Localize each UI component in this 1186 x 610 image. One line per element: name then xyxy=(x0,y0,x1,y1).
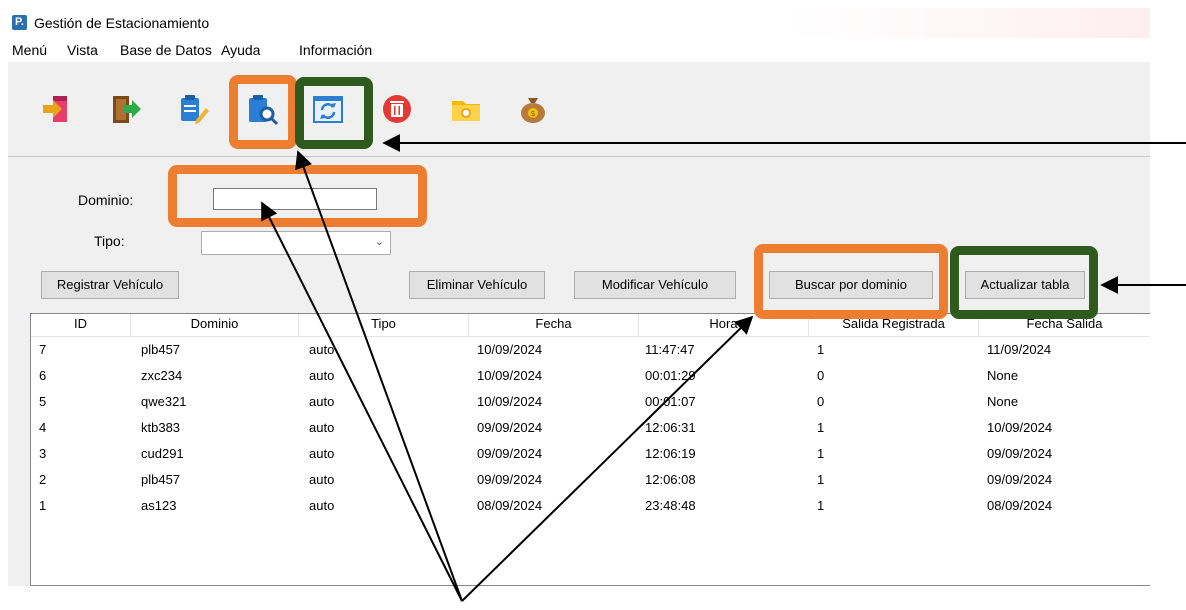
vehicles-table[interactable]: ID Dominio Tipo Fecha Hora Salida Regist… xyxy=(30,313,1150,586)
table-cell: auto xyxy=(309,420,335,435)
table-cell: as123 xyxy=(141,498,177,513)
column-header-fecha-salida[interactable]: Fecha Salida xyxy=(979,314,1150,336)
column-header-id[interactable]: ID xyxy=(31,314,131,336)
table-row[interactable]: 3 cud291 auto 09/09/2024 12:06:19 1 09/09/2024 xyxy=(31,441,1150,467)
dominio-label: Dominio: xyxy=(78,192,134,208)
table-cell: ktb383 xyxy=(141,420,181,435)
menu-item-menu[interactable]: Menú xyxy=(12,42,47,58)
table-cell: 1 xyxy=(39,498,47,513)
app-logo-icon: P. xyxy=(12,15,27,30)
eliminar-vehiculo-button[interactable]: Eliminar Vehículo xyxy=(409,271,545,299)
table-cell: 10/09/2024 xyxy=(477,368,543,383)
table-cell: 0 xyxy=(817,368,825,383)
table-cell: 09/09/2024 xyxy=(477,446,543,461)
buscar-por-dominio-button[interactable]: Buscar por dominio xyxy=(769,271,933,299)
table-cell: 4 xyxy=(39,420,47,435)
table-cell: 09/09/2024 xyxy=(987,472,1053,487)
table-cell: 5 xyxy=(39,394,47,409)
registrar-vehiculo-button[interactable]: Registrar Vehículo xyxy=(41,271,179,299)
menu-bar: Menú Vista Base de Datos Ayuda Informaci… xyxy=(8,38,1150,62)
menu-item-base-de-datos[interactable]: Base de Datos xyxy=(120,42,212,58)
refresh-icon[interactable] xyxy=(311,92,345,126)
dominio-input[interactable] xyxy=(213,188,377,210)
table-cell: auto xyxy=(309,368,335,383)
search-document-icon[interactable] xyxy=(245,92,279,126)
svg-text:$: $ xyxy=(530,109,535,118)
tipo-label: Tipo: xyxy=(94,233,125,249)
table-cell: 09/09/2024 xyxy=(477,472,543,487)
menu-item-ayuda[interactable]: Ayuda xyxy=(221,42,260,58)
chevron-down-icon: ⌄ xyxy=(374,236,384,248)
table-cell: 1 xyxy=(817,498,825,513)
table-cell: auto xyxy=(309,394,335,409)
table-cell: 09/09/2024 xyxy=(477,420,543,435)
table-cell: auto xyxy=(309,446,335,461)
table-cell: 23:48:48 xyxy=(645,498,696,513)
table-cell: 1 xyxy=(817,420,825,435)
table-cell: cud291 xyxy=(141,446,184,461)
table-cell: auto xyxy=(309,342,335,357)
menu-item-informacion[interactable]: Información xyxy=(299,42,372,58)
table-row[interactable]: 5 qwe321 auto 10/09/2024 00:01:07 0 None xyxy=(31,389,1150,415)
table-cell: 10/09/2024 xyxy=(987,420,1053,435)
money-bag-icon[interactable]: $ xyxy=(516,92,550,126)
table-cell: 1 xyxy=(817,446,825,461)
delete-icon[interactable] xyxy=(380,92,414,126)
column-header-dominio[interactable]: Dominio xyxy=(131,314,299,336)
table-cell: 2 xyxy=(39,472,47,487)
toolbar-separator xyxy=(8,156,1150,157)
table-cell: 1 xyxy=(817,472,825,487)
column-header-hora[interactable]: Hora xyxy=(639,314,809,336)
actualizar-tabla-button[interactable]: Actualizar tabla xyxy=(965,271,1085,299)
app-window: P. Gestión de Estacionamiento Menú Vista… xyxy=(8,8,1150,586)
table-cell: 1 xyxy=(817,342,825,357)
table-cell: 11/09/2024 xyxy=(987,342,1052,357)
table-cell: 12:06:08 xyxy=(645,472,696,487)
modificar-vehiculo-button[interactable]: Modificar Vehículo xyxy=(574,271,736,299)
column-header-fecha[interactable]: Fecha xyxy=(469,314,639,336)
window-title: Gestión de Estacionamiento xyxy=(34,15,210,31)
table-cell: 3 xyxy=(39,446,47,461)
edit-document-icon[interactable] xyxy=(176,92,210,126)
tipo-select[interactable]: ⌄ xyxy=(201,231,391,255)
table-cell: 00:01:29 xyxy=(645,368,696,383)
table-cell: plb457 xyxy=(141,472,181,487)
table-cell: plb457 xyxy=(141,342,181,357)
menu-item-vista[interactable]: Vista xyxy=(67,42,98,58)
table-cell: 12:06:31 xyxy=(645,420,696,435)
folder-icon[interactable] xyxy=(449,92,483,126)
table-cell: auto xyxy=(309,472,335,487)
table-cell: 10/09/2024 xyxy=(477,342,543,357)
table-cell: 08/09/2024 xyxy=(987,498,1053,513)
table-cell: 11:47:47 xyxy=(645,342,695,357)
table-header: ID Dominio Tipo Fecha Hora Salida Regist… xyxy=(31,314,1150,337)
table-cell: auto xyxy=(309,498,335,513)
table-cell: 12:06:19 xyxy=(645,446,696,461)
column-header-tipo[interactable]: Tipo xyxy=(299,314,469,336)
title-bar: P. Gestión de Estacionamiento xyxy=(8,8,1150,39)
enter-icon[interactable] xyxy=(40,92,74,126)
table-cell: 10/09/2024 xyxy=(477,394,543,409)
table-cell: 7 xyxy=(39,342,47,357)
table-row[interactable]: 7 plb457 auto 10/09/2024 11:47:47 1 11/09/2024 xyxy=(31,337,1150,363)
table-row[interactable]: 6 zxc234 auto 10/09/2024 00:01:29 0 None xyxy=(31,363,1150,389)
table-cell: 08/09/2024 xyxy=(477,498,543,513)
table-cell: None xyxy=(987,394,1019,409)
table-cell: 09/09/2024 xyxy=(987,446,1053,461)
table-cell: zxc234 xyxy=(141,368,183,383)
table-cell: 6 xyxy=(39,368,47,383)
table-cell: 00:01:07 xyxy=(645,394,696,409)
table-cell: None xyxy=(987,368,1019,383)
table-row[interactable]: 4 ktb383 auto 09/09/2024 12:06:31 1 10/09/2024 xyxy=(31,415,1150,441)
table-cell: qwe321 xyxy=(141,394,187,409)
column-header-salida-registrada[interactable]: Salida Registrada xyxy=(809,314,979,336)
table-row[interactable]: 2 plb457 auto 09/09/2024 12:06:08 1 09/09/2024 xyxy=(31,467,1150,493)
exit-icon[interactable] xyxy=(109,92,143,126)
table-cell: 0 xyxy=(817,394,825,409)
table-row[interactable]: 1 as123 auto 08/09/2024 23:48:48 1 08/09/2024 xyxy=(31,493,1150,519)
